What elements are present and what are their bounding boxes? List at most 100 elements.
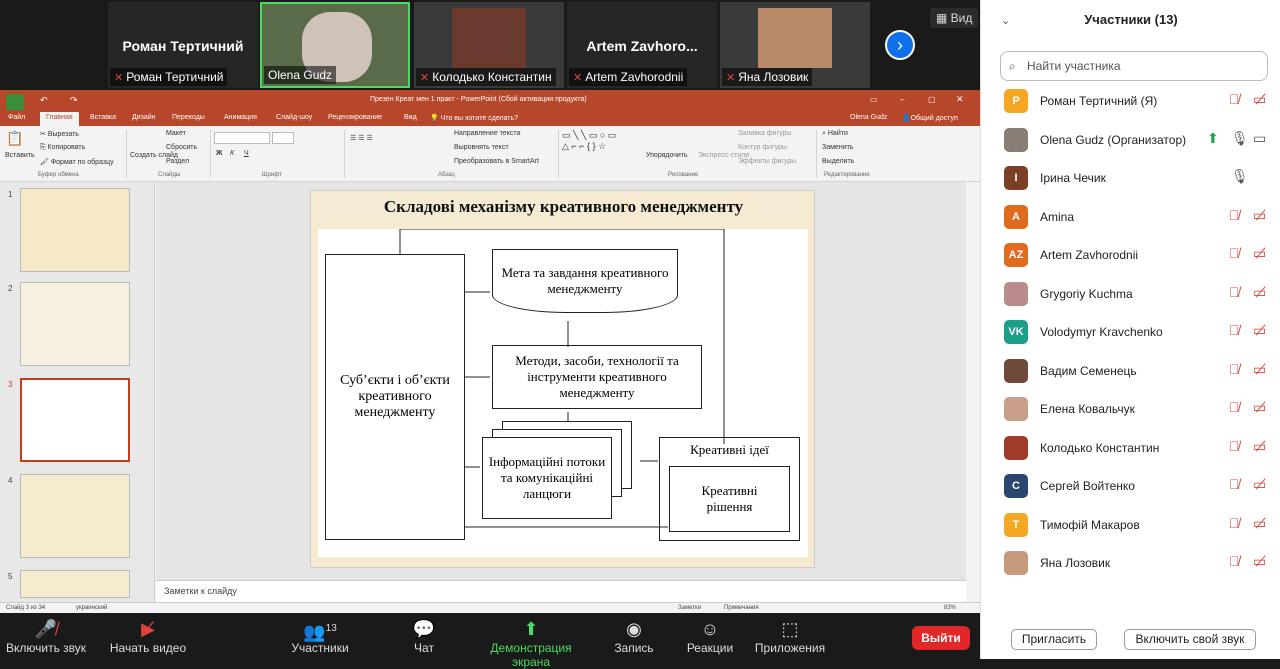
slide-thumbnail[interactable] xyxy=(20,474,130,558)
mic-muted-icon: 🎙̸ xyxy=(1229,91,1240,107)
share-button[interactable]: 👤Общий доступ xyxy=(902,114,958,122)
participant-row[interactable]: AZ Artem Zavhorodnii 🎙̸ ▭̸ xyxy=(981,236,1280,274)
ribbon-options-icon[interactable]: ▭ xyxy=(870,95,878,104)
mic-muted-icon: ✕ xyxy=(114,72,124,84)
participant-row[interactable]: Р Роман Тертичний (Я) 🎙̸ ▭̸ xyxy=(981,82,1280,120)
participant-row[interactable]: C Сергей Войтенко 🎙̸ ▭̸ xyxy=(981,467,1280,505)
mic-muted-icon: 🎙̸ xyxy=(1229,206,1240,223)
shape-outline-button[interactable]: Контур фигуры xyxy=(738,144,787,151)
tab-animations[interactable]: Анимация xyxy=(224,114,257,121)
info-flows-box: Інформаційні потоки та комунікаційні лан… xyxy=(482,437,612,519)
language-indicator[interactable]: украинский xyxy=(76,605,107,611)
tab-file[interactable]: Файл xyxy=(8,114,25,121)
undo-icon[interactable]: ↶ xyxy=(40,95,48,106)
unmute-self-button[interactable]: Включить свой звук xyxy=(1124,629,1256,650)
redo-icon[interactable]: ↷ xyxy=(70,95,78,106)
tab-slideshow[interactable]: Слайд-шоу xyxy=(276,114,312,121)
tab-review[interactable]: Рецензирование xyxy=(328,114,382,121)
person-photo xyxy=(452,8,526,68)
reactions-button[interactable]: ☺ Реакции xyxy=(686,617,734,655)
video-tile[interactable]: ✕ Колодько Константин xyxy=(414,2,564,88)
copy-button[interactable]: ⎘ Копировать xyxy=(40,144,85,152)
underline-icon[interactable]: Ч xyxy=(244,150,249,157)
close-icon[interactable]: ✕ xyxy=(956,94,964,105)
find-button[interactable]: ⌕ Найти xyxy=(822,130,848,138)
tab-home[interactable]: Главная xyxy=(40,112,79,126)
participant-row[interactable]: Вадим Семенець 🎙̸ ▭̸ xyxy=(981,352,1280,390)
avatar: AZ xyxy=(1004,243,1028,267)
avatar: Р xyxy=(1004,89,1028,113)
format-painter-button[interactable]: 🖌 Формат по образцу xyxy=(40,158,114,166)
tell-me-box[interactable]: 💡 Что вы хотите сделать? xyxy=(430,114,518,122)
participants-button[interactable]: 👥13 Участники xyxy=(288,617,352,655)
tab-transitions[interactable]: Переходы xyxy=(172,114,205,121)
align-text-button[interactable]: Выровнять текст xyxy=(454,144,509,151)
shape-effects-button[interactable]: Эффекты фигуры xyxy=(738,158,796,165)
cut-button[interactable]: ✂ Вырезать xyxy=(40,130,79,138)
participant-row[interactable]: Grygoriy Kuchma 🎙̸ ▭̸ xyxy=(981,275,1280,313)
notes-toggle[interactable]: Заметки xyxy=(678,605,701,611)
zoom-level[interactable]: 83% xyxy=(944,605,956,611)
shapes-gallery-icon[interactable]: ▭ ╲ ╲ ▭ ○ ▭ △ ⌐ ⌐ { } ☆ xyxy=(562,130,616,152)
video-button[interactable]: ▶̸ Начать видео xyxy=(108,617,188,655)
video-off-icon: ▭̸ xyxy=(1253,206,1267,223)
tab-insert[interactable]: Вставка xyxy=(90,114,116,121)
layout-button[interactable]: Макет xyxy=(166,130,186,137)
participant-row[interactable]: VK Volodymyr Kravchenko 🎙̸ ▭̸ xyxy=(981,313,1280,351)
participant-row[interactable]: Яна Лозовик 🎙̸ ▭̸ xyxy=(981,544,1280,582)
invite-button[interactable]: Пригласить xyxy=(1011,629,1097,650)
paste-button[interactable]: Вставить xyxy=(5,152,35,159)
avatar: A xyxy=(1004,204,1028,229)
notes-pane[interactable]: Заметки к слайду xyxy=(156,580,966,602)
list-icon[interactable]: ☰ ☰ ☰ xyxy=(350,134,373,142)
tab-design[interactable]: Дизайн xyxy=(132,114,156,121)
leave-button[interactable]: Выйти xyxy=(912,626,970,650)
ideas-label: Креативні ідеї xyxy=(690,442,769,457)
participant-row[interactable]: Olena Gudz (Организатор) 🎙 ⬆ ▭ xyxy=(981,121,1280,159)
participant-row[interactable]: Колодько Константин 🎙̸ ▭̸ xyxy=(981,429,1280,467)
participant-search-input[interactable]: ⌕ Найти участника xyxy=(1000,51,1268,81)
mic-muted-icon: 🎙̸ xyxy=(1229,476,1240,492)
section-button[interactable]: Раздел xyxy=(166,158,189,165)
font-size-input[interactable] xyxy=(272,132,294,144)
select-button[interactable]: Выделить xyxy=(822,158,854,165)
bold-icon[interactable]: Ж xyxy=(216,150,222,157)
chat-icon: 💬 xyxy=(412,619,436,639)
video-off-icon: ▭̸ xyxy=(1253,360,1267,377)
text-direction-button[interactable]: Направление текста xyxy=(454,130,520,137)
minimize-icon[interactable]: – xyxy=(900,95,904,104)
video-tile[interactable]: ✕ Яна Лозовик xyxy=(720,2,870,88)
shape-fill-button[interactable]: Заливка фигуры xyxy=(738,130,791,137)
replace-button[interactable]: Заменить xyxy=(822,144,853,151)
audio-label: Включить звук xyxy=(5,641,87,655)
participant-row[interactable]: Елена Ковальчук 🎙̸ ▭̸ xyxy=(981,390,1280,428)
arrange-button[interactable]: Упорядочить xyxy=(646,152,688,159)
share-screen-button[interactable]: ⬆ Демонстрация экрана xyxy=(470,617,592,669)
participant-row[interactable]: T Тимофій Макаров 🎙̸ ▭̸ xyxy=(981,506,1280,544)
view-button[interactable]: ▦ Вид xyxy=(930,8,979,28)
font-name-input[interactable] xyxy=(214,132,270,144)
participant-row[interactable]: I Ірина Чечик 🎙 xyxy=(981,159,1280,197)
slide-thumbnail[interactable] xyxy=(20,188,130,272)
slide-thumbnail[interactable] xyxy=(20,570,130,598)
chat-button[interactable]: 💬 Чат xyxy=(406,617,442,655)
participant-row[interactable]: A Amina 🎙̸ ▭̸ xyxy=(981,198,1280,236)
audio-button[interactable]: 🎤̸ Включить звук xyxy=(4,617,88,655)
video-tile-active-speaker[interactable]: Olena Gudz xyxy=(260,2,410,88)
record-button[interactable]: ◉ Запись xyxy=(612,617,656,655)
comments-toggle[interactable]: Примечания xyxy=(724,605,759,611)
video-tile[interactable]: Роман Тертичний ✕ Роман Тертичний xyxy=(108,2,258,88)
slide-thumbnail-selected[interactable] xyxy=(20,378,130,462)
tab-view[interactable]: Вид xyxy=(404,114,417,121)
slide-thumbnail[interactable] xyxy=(20,282,130,366)
slide[interactable]: Складові механізму креативного менеджмен… xyxy=(310,190,815,568)
participants-label: Участники xyxy=(291,641,349,655)
italic-icon[interactable]: К xyxy=(230,150,234,157)
apps-button[interactable]: ⬚ Приложения xyxy=(752,617,828,655)
maximize-icon[interactable]: ▢ xyxy=(928,95,936,104)
reset-button[interactable]: Сбросить xyxy=(166,144,197,151)
next-page-button[interactable]: › xyxy=(885,30,915,60)
copy-icon: ⎘ xyxy=(40,144,48,151)
smartart-button[interactable]: Преобразовать в SmartArt xyxy=(454,158,539,165)
video-tile[interactable]: Artem Zavhoro... ✕ Artem Zavhorodnii xyxy=(567,2,717,88)
